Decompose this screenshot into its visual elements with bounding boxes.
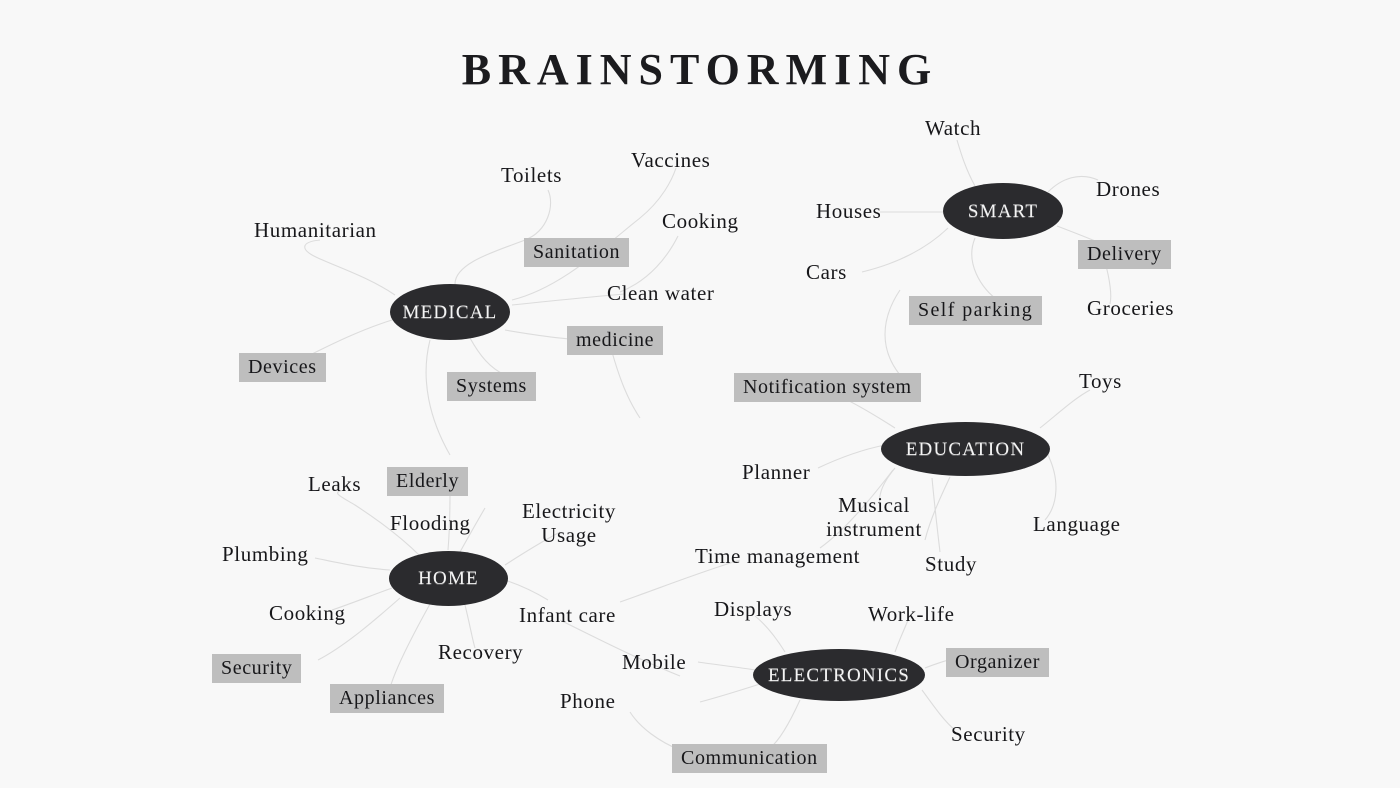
leaf-time-management[interactable]: Time management bbox=[695, 544, 860, 569]
leaf-displays[interactable]: Displays bbox=[714, 597, 792, 622]
leaf-delivery[interactable]: Delivery bbox=[1078, 240, 1171, 270]
leaf-devices[interactable]: Devices bbox=[239, 353, 326, 383]
node-medical-label: MEDICAL bbox=[402, 301, 498, 323]
connector-lines bbox=[304, 139, 1113, 751]
leaf-cooking-medical[interactable]: Cooking bbox=[662, 209, 739, 234]
leaf-elderly[interactable]: Elderly bbox=[387, 467, 469, 497]
leaf-drones[interactable]: Drones bbox=[1096, 177, 1160, 202]
node-medical[interactable]: MEDICAL bbox=[390, 284, 510, 340]
leaf-security-electronics[interactable]: Security bbox=[951, 722, 1026, 747]
leaf-organizer[interactable]: Organizer bbox=[946, 648, 1049, 678]
leaf-appliances[interactable]: Appliances bbox=[330, 684, 444, 714]
leaf-houses[interactable]: Houses bbox=[816, 199, 881, 224]
node-smart-label: SMART bbox=[967, 200, 1039, 222]
leaf-vaccines[interactable]: Vaccines bbox=[631, 148, 710, 173]
leaf-infant-care[interactable]: Infant care bbox=[519, 603, 616, 628]
leaf-planner[interactable]: Planner bbox=[742, 460, 810, 485]
leaf-language[interactable]: Language bbox=[1033, 512, 1121, 537]
leaf-self-parking[interactable]: Self parking bbox=[909, 296, 1043, 326]
page-title: BRAINSTORMING bbox=[461, 45, 939, 94]
leaf-electricity-usage[interactable]: Electricity Usage bbox=[520, 499, 618, 547]
leaf-phone[interactable]: Phone bbox=[560, 689, 616, 714]
leaf-communication[interactable]: Communication bbox=[672, 744, 827, 774]
mindmap-canvas: BRAINSTORMING MEDICAL SMART EDUCATION HO… bbox=[0, 0, 1400, 788]
leaf-study[interactable]: Study bbox=[925, 552, 977, 577]
leaf-clean-water[interactable]: Clean water bbox=[607, 281, 714, 306]
leaf-humanitarian[interactable]: Humanitarian bbox=[254, 218, 377, 243]
leaf-systems[interactable]: Systems bbox=[447, 372, 536, 402]
node-smart[interactable]: SMART bbox=[943, 183, 1063, 239]
node-home-label: HOME bbox=[418, 568, 479, 589]
leaf-musical-instrument[interactable]: Musical instrument bbox=[814, 493, 934, 541]
leaf-groceries[interactable]: Groceries bbox=[1087, 296, 1174, 321]
node-electronics-label: ELECTRONICS bbox=[768, 664, 910, 686]
node-education-label: EDUCATION bbox=[905, 438, 1026, 460]
leaf-work-life[interactable]: Work-life bbox=[868, 602, 955, 627]
leaf-toys[interactable]: Toys bbox=[1079, 369, 1122, 394]
leaf-plumbing[interactable]: Plumbing bbox=[222, 542, 308, 567]
node-electronics[interactable]: ELECTRONICS bbox=[753, 649, 925, 701]
leaf-medicine[interactable]: medicine bbox=[567, 326, 664, 356]
leaf-cars[interactable]: Cars bbox=[806, 260, 847, 285]
leaf-flooding[interactable]: Flooding bbox=[390, 511, 471, 536]
node-education[interactable]: EDUCATION bbox=[881, 422, 1050, 476]
leaf-watch[interactable]: Watch bbox=[925, 116, 981, 141]
leaf-security-home[interactable]: Security bbox=[212, 654, 302, 684]
leaf-leaks[interactable]: Leaks bbox=[308, 472, 361, 497]
leaf-notification-system[interactable]: Notification system bbox=[734, 373, 921, 403]
leaf-mobile[interactable]: Mobile bbox=[622, 650, 686, 675]
leaf-recovery[interactable]: Recovery bbox=[438, 640, 523, 665]
leaf-cooking-home[interactable]: Cooking bbox=[269, 601, 346, 626]
leaf-sanitation[interactable]: Sanitation bbox=[524, 238, 630, 268]
leaf-toilets[interactable]: Toilets bbox=[501, 163, 562, 188]
node-home[interactable]: HOME bbox=[389, 551, 508, 606]
